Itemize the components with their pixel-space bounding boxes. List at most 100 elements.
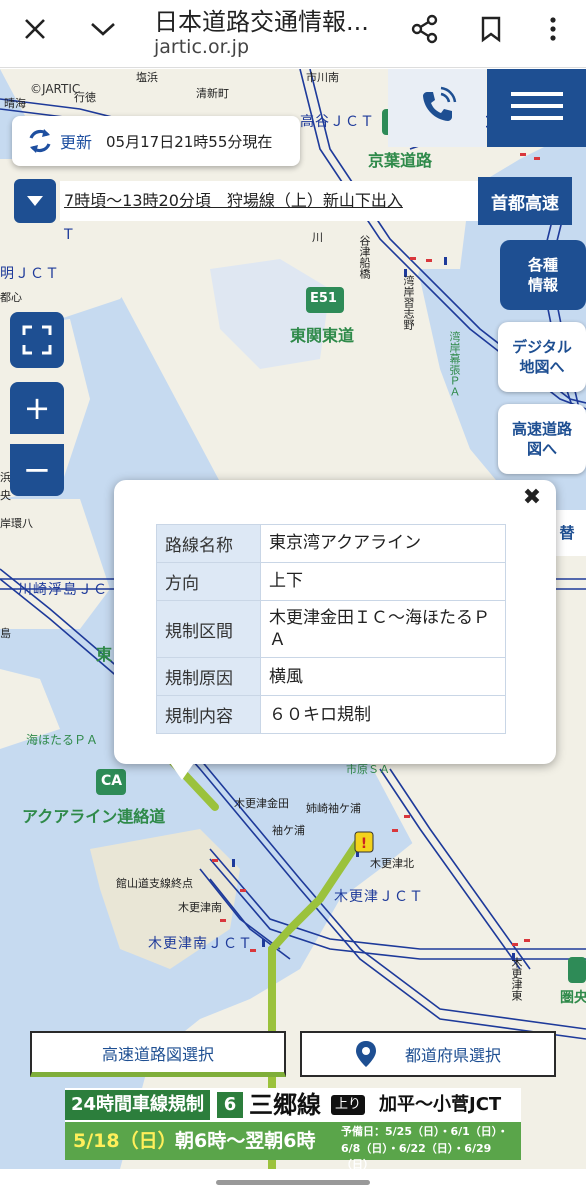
chevron-down-icon[interactable] <box>82 10 124 48</box>
row-key: 方向 <box>156 562 261 601</box>
row-value: ６０キロ規制 <box>260 695 506 735</box>
map-label-harumi: 晴海 <box>4 97 26 110</box>
home-indicator[interactable] <box>216 1180 370 1185</box>
regulation-table: 路線名称 東京湾アクアライン 方向 上下 規制区間 木更津金田ＩＣ～海ほたるＰＡ 規制… <box>156 524 506 735</box>
phone-button[interactable] <box>388 69 486 147</box>
more-vertical-icon[interactable] <box>532 10 574 48</box>
table-row: 規制内容 ６０キロ規制 <box>156 695 506 735</box>
map-label-shima: 島 <box>0 627 11 640</box>
location-pin-icon <box>355 1041 376 1067</box>
zoom-out-button[interactable]: − <box>10 444 64 496</box>
popup-close-icon[interactable]: ✖ <box>520 486 544 510</box>
fullscreen-button[interactable] <box>10 312 64 368</box>
row-key: 規制内容 <box>156 695 261 735</box>
map-copyright: ©JARTIC <box>30 82 81 96</box>
highway-map-select-button[interactable]: 高速道路図選択 <box>30 1031 286 1077</box>
close-icon[interactable] <box>14 10 56 48</box>
banner-schedule: 予備日：5/25（日）・6/1（日）・ 6/8（日）・6/22（日）・6/29（… <box>341 1124 517 1174</box>
info-ticker: 7時頃～13時20分頃 狩場線（上）新山下出入 首都高速 <box>14 177 586 225</box>
map-label-wangan-makuhari: 湾岸幕張ＰＡ <box>448 331 461 397</box>
row-key: 規制原因 <box>156 657 261 697</box>
map-label-t: T <box>64 227 74 243</box>
map-label-aqualine-link: アクアライン連絡道 <box>22 807 166 826</box>
map-label-kisarazu-kita: 木更津北 <box>370 857 414 870</box>
lane-restriction-banner[interactable]: 24時間車線規制 6 三郷線 上り 加平～小菅JCT 5/18（日） 朝6時～翌… <box>65 1088 521 1171</box>
table-row: 方向 上下 <box>156 562 506 601</box>
triangle-down-icon <box>27 196 43 206</box>
prefecture-select-label: 都道府県選択 <box>404 1046 501 1065</box>
map-label-kisarazu-minami-jct: 木更津南ＪＣＴ <box>148 936 253 952</box>
table-row: 規制原因 横風 <box>156 657 506 697</box>
map-label-jct-left: 明ＪＣＴ <box>0 266 60 282</box>
road-select-button[interactable]: 首都高速 <box>478 177 572 225</box>
banner-badge: 24時間車線規制 <box>65 1090 211 1120</box>
banner-route: 三郷線 <box>249 1091 321 1119</box>
ticker-text[interactable]: 7時頃～13時20分頃 狩場線（上）新山下出入 <box>60 181 480 221</box>
map-label-ichikawa: 市川南 <box>306 71 339 84</box>
page-title: 日本道路交通情報... <box>154 8 369 36</box>
banner-direction: 上り <box>331 1095 366 1115</box>
map-label-e51: E51 <box>310 291 337 306</box>
share-icon[interactable] <box>404 10 446 48</box>
fullscreen-icon <box>22 325 52 355</box>
update-button[interactable]: 更新 <box>60 129 92 153</box>
map-label-anesaki: 姉崎袖ケ浦 <box>306 802 361 815</box>
banner-section: 加平～小菅JCT <box>379 1094 502 1115</box>
ticker-dropdown-button[interactable] <box>14 179 56 223</box>
digital-map-line2: 地図へ <box>519 358 565 376</box>
bookmark-icon[interactable] <box>470 10 512 48</box>
svg-text:!: ! <box>361 836 367 852</box>
table-row: 規制区間 木更津金田ＩＣ～海ほたるＰＡ <box>156 599 506 659</box>
map-label-kisarazu-minami: 木更津南 <box>178 901 222 914</box>
map-label-kisarazu-kaneda: 木更津金田 <box>234 797 289 810</box>
digital-map-button[interactable]: デジタル 地図へ <box>498 322 586 392</box>
map-label-kawasaki-ukishima: 川崎浮島ＪＣ <box>18 582 108 598</box>
map-label-kawa: 川 <box>312 231 323 244</box>
map-label-tateyama: 館山道支線終点 <box>116 877 193 890</box>
update-box: 更新 05月17日21時55分現在 <box>12 116 300 166</box>
map-label-higashi: 東 <box>96 645 113 664</box>
popup-pointer <box>168 760 196 780</box>
hamburger-icon <box>510 90 563 126</box>
prefecture-select-button[interactable]: 都道府県選択 <box>300 1031 556 1077</box>
phone-icon <box>417 86 457 130</box>
regulation-popup: ✖ 路線名称 東京湾アクアライン 方向 上下 規制区間 木更津金田ＩＣ～海ほたるＰＡ … <box>114 480 556 764</box>
map-label-wangan-narashino: 湾岸習志野 <box>402 275 415 330</box>
various-info-line2: 情報 <box>527 276 558 294</box>
table-row: 路線名称 東京湾アクアライン <box>156 524 506 563</box>
update-timestamp: 05月17日21時55分現在 <box>106 132 273 151</box>
map-label-toshin: 都心 <box>0 291 22 304</box>
row-key: 規制区間 <box>156 599 261 659</box>
various-info-button[interactable]: 各種 情報 <box>500 240 586 310</box>
map-label-higashikanto: 東関東道 <box>290 326 355 345</box>
refresh-icon[interactable] <box>20 126 60 156</box>
row-key: 路線名称 <box>156 524 261 563</box>
map-label-kisarazu-jct: 木更津ＪＣＴ <box>334 889 424 905</box>
map-label-sodegaura: 袖ケ浦 <box>272 824 305 837</box>
map-label-yatsu: 谷津船橋 <box>358 235 371 279</box>
map-label-umihotaru: 海ほたるＰＡ <box>26 733 99 747</box>
map-label-keiyo: 京葉道路 <box>368 151 433 170</box>
highway-map-line2: 図へ <box>526 440 557 458</box>
zoom-in-button[interactable]: + <box>10 382 64 434</box>
map-label-ken: 圏央 <box>560 990 586 1006</box>
row-value: 上下 <box>260 562 506 601</box>
menu-button[interactable] <box>487 69 586 147</box>
map-label-takaya-jct: 高谷ＪＣＴ <box>300 114 375 130</box>
highway-map-line1: 高速道路 <box>511 419 572 438</box>
map-label-ca: CA <box>101 773 123 789</box>
map-label-shioiri: 塩浜 <box>136 71 158 84</box>
various-info-line1: 各種 <box>527 255 558 274</box>
page-url: jartic.or.jp <box>154 36 250 58</box>
browser-toolbar: 日本道路交通情報... jartic.or.jp <box>0 0 586 68</box>
map-label-kisarazu-higashi: 木更津東 <box>510 957 523 1001</box>
banner-schedule-line1: 予備日：5/25（日）・6/1（日）・ <box>341 1125 509 1138</box>
banner-hours: 朝6時～翌朝6時 <box>175 1130 316 1152</box>
highway-map-button[interactable]: 高速道路 図へ <box>498 404 586 474</box>
digital-map-line1: デジタル <box>512 337 572 356</box>
map-label-seitoku: 清新町 <box>196 87 229 100</box>
row-value: 横風 <box>260 657 506 697</box>
map-label-kanpachi: 岸環八 <box>0 517 33 530</box>
row-value: 東京湾アクアライン <box>260 524 506 563</box>
route-number-badge: 6 <box>217 1092 243 1118</box>
